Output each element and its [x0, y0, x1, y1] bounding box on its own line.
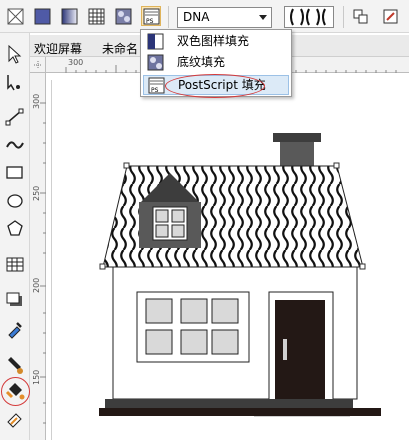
toolbar-separator [168, 6, 169, 28]
menu-item-label: 底纹填充 [177, 55, 226, 69]
ruler-label: 300 [68, 58, 84, 67]
ground [99, 408, 381, 416]
postscript-icon: PS [148, 77, 166, 95]
ruler-label: 250 [32, 185, 41, 201]
preview-strip[interactable] [284, 6, 334, 28]
ruler-label: 300 [32, 93, 41, 109]
eyedropper-tool-icon[interactable] [3, 317, 27, 341]
ruler-origin[interactable] [30, 57, 46, 73]
fountain-fill-icon[interactable] [59, 6, 79, 26]
texture-icon [147, 54, 165, 72]
door [275, 300, 325, 400]
fill-name-dropdown[interactable]: DNA [177, 7, 272, 28]
selection-handle [333, 162, 340, 169]
polygon-tool-icon[interactable] [3, 217, 27, 241]
pick-tool-icon[interactable] [3, 43, 27, 67]
drop-shadow-tool-icon[interactable] [3, 289, 27, 313]
door-handle [283, 339, 287, 360]
menu-item-two-color-pattern[interactable]: 双色图样填充 [143, 32, 289, 52]
drawing-canvas[interactable] [47, 74, 409, 440]
selection-handle [99, 263, 106, 270]
artistic-media-tool-icon[interactable] [3, 133, 27, 157]
copy-fill-icon[interactable] [350, 6, 370, 26]
chimney [280, 142, 314, 168]
freehand-tool-icon[interactable] [3, 105, 27, 129]
chimney-cap [273, 133, 321, 142]
selection-handle [359, 263, 366, 270]
pattern-fill-icon[interactable] [86, 6, 106, 26]
table-tool-icon[interactable] [3, 253, 27, 277]
svg-text:PS: PS [151, 87, 159, 94]
ruler-label: 200 [32, 277, 41, 293]
two-color-pattern-icon [147, 33, 165, 51]
chevron-down-icon [259, 15, 267, 20]
house-illustration[interactable] [47, 74, 409, 440]
uniform-fill-icon[interactable] [32, 6, 52, 26]
foundation [105, 399, 353, 408]
postscript-highlight-ellipse [165, 74, 265, 98]
fill-name-value: DNA [183, 10, 210, 24]
edit-fill-icon[interactable] [380, 6, 400, 26]
texture-fill-icon[interactable] [113, 6, 133, 26]
tab-welcome[interactable]: 欢迎屏幕 [32, 38, 84, 56]
interactive-fill-tool-icon[interactable] [3, 409, 27, 433]
tab-untitled[interactable]: 未命名 [100, 38, 140, 56]
toolbar-separator [343, 6, 344, 28]
ellipse-tool-icon[interactable] [3, 189, 27, 213]
active-tool-highlight [1, 377, 30, 406]
menu-item-label: 双色图样填充 [177, 34, 250, 48]
menu-item-texture[interactable]: 底纹填充 [143, 53, 289, 73]
ruler-label: 150 [32, 369, 41, 385]
vertical-ruler[interactable]: 300 250 200 150 [30, 73, 46, 440]
svg-text:PS: PS [146, 18, 154, 25]
shape-tool-icon[interactable] [3, 71, 27, 95]
selection-handle [123, 162, 130, 169]
rectangle-tool-icon[interactable] [3, 161, 27, 185]
postscript-fill-icon[interactable]: PS [141, 6, 161, 26]
outline-pen-tool-icon[interactable] [3, 353, 27, 377]
no-fill-icon[interactable] [5, 6, 25, 26]
